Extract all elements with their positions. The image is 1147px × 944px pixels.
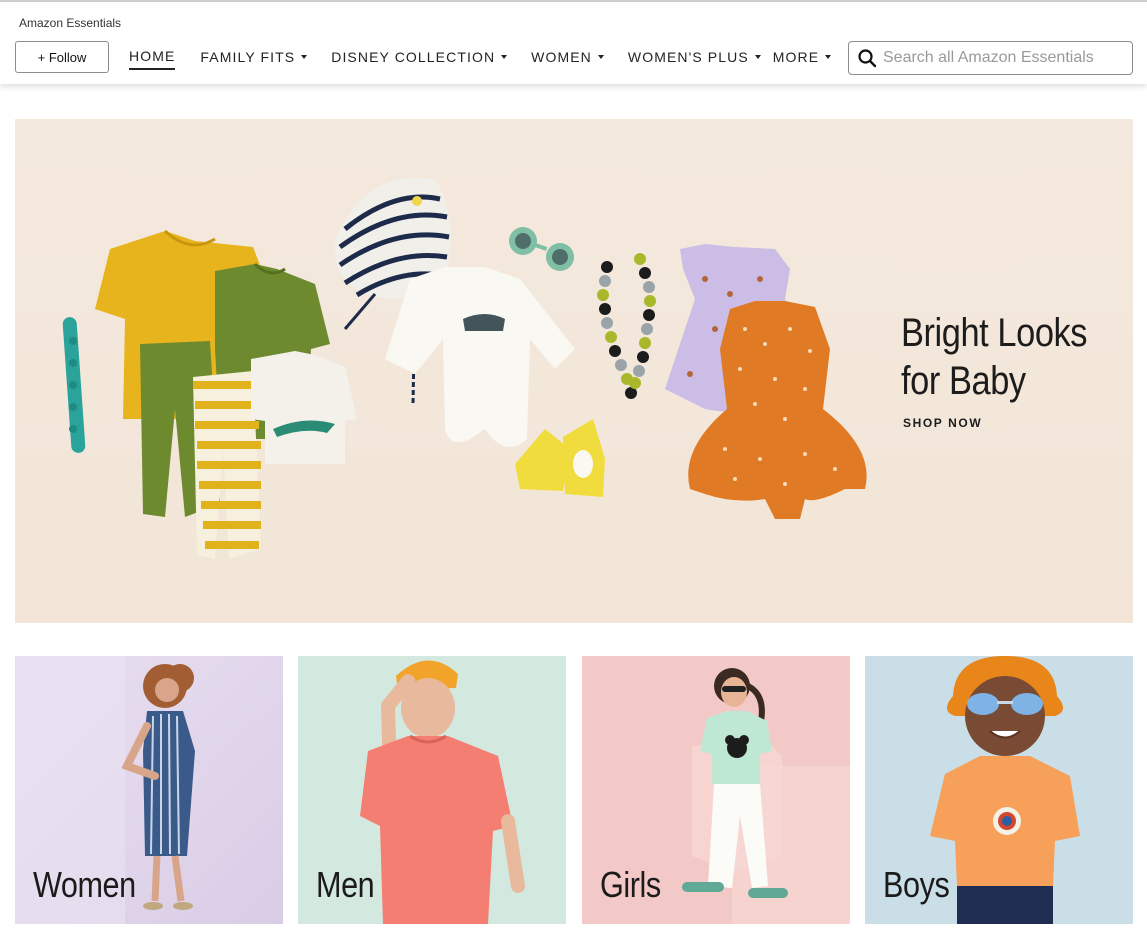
store-nav: HOME FAMILY FITS DISNEY COLLECTION WOMEN… — [129, 46, 832, 72]
nav-more-label: MORE — [772, 49, 820, 65]
search-box — [848, 41, 1133, 75]
tile-label-boys: Boys — [883, 864, 950, 905]
hero-title: Bright Looks for Baby — [901, 311, 1088, 403]
nav-family-fits[interactable]: FAMILY FITS — [200, 46, 308, 68]
nav-home-label: HOME — [129, 48, 176, 64]
caret-down-icon — [301, 55, 308, 59]
follow-button[interactable]: + Follow — [15, 41, 109, 73]
nav-women[interactable]: WOMEN — [531, 46, 604, 68]
nav-home[interactable]: HOME — [129, 46, 176, 70]
hero-banner[interactable]: Bright Looks for Baby SHOP NOW — [15, 119, 1133, 623]
nav-disney-collection[interactable]: DISNEY COLLECTION — [331, 46, 508, 68]
nav-disney-collection-label: DISNEY COLLECTION — [331, 49, 496, 65]
nav-family-fits-label: FAMILY FITS — [200, 49, 296, 65]
baby-clothes-image — [62, 177, 867, 559]
nav-women-label: WOMEN — [531, 49, 592, 65]
nav-womens-plus[interactable]: WOMEN'S PLUS — [628, 46, 761, 68]
caret-down-icon — [501, 55, 508, 59]
tile-men[interactable]: Men — [298, 656, 566, 924]
nav-womens-plus-label: WOMEN'S PLUS — [627, 49, 749, 65]
caret-down-icon — [597, 55, 604, 59]
caret-down-icon — [825, 55, 832, 59]
caret-down-icon — [754, 55, 761, 59]
category-tiles: Women Men Girls Boys — [15, 656, 1133, 924]
search-icon[interactable] — [857, 48, 877, 68]
tile-label-women: Women — [33, 864, 136, 905]
tile-girls[interactable]: Girls — [582, 656, 850, 924]
brand-name[interactable]: Amazon Essentials — [19, 16, 121, 30]
tile-boys[interactable]: Boys — [865, 656, 1133, 924]
tile-label-men: Men — [316, 864, 375, 905]
search-input[interactable] — [883, 49, 1123, 67]
tile-label-girls: Girls — [600, 864, 661, 905]
nav-more[interactable]: MORE — [772, 46, 832, 68]
store-header: Amazon Essentials + Follow HOME FAMILY F… — [0, 2, 1147, 84]
shop-now-link[interactable]: SHOP NOW — [903, 416, 982, 430]
tile-women[interactable]: Women — [15, 656, 283, 924]
